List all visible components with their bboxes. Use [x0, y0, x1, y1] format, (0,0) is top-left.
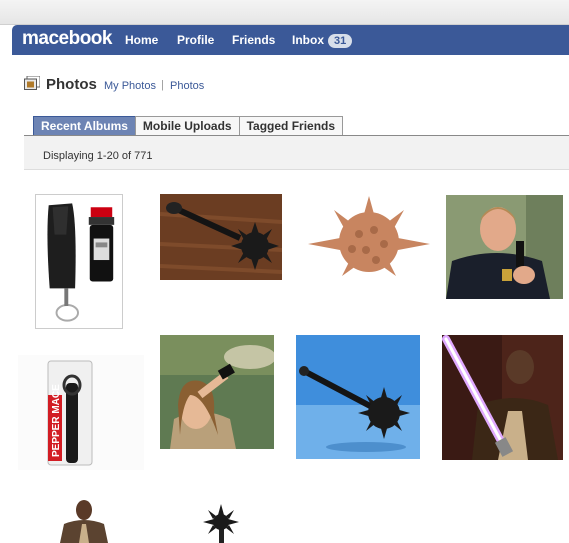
photo-image: [160, 335, 274, 449]
photo-jedi-with-purple-lightsaber[interactable]: [442, 335, 563, 460]
photo-woman-spraying-pepper-spray[interactable]: [160, 335, 274, 449]
photos-icon: [24, 76, 40, 90]
photo-image: [442, 335, 563, 460]
nav-home[interactable]: Home: [125, 33, 158, 47]
nav-inbox-label: Inbox: [292, 33, 324, 47]
photo-pepper-mace-package[interactable]: PEPPER MACE: [18, 355, 144, 470]
nav-profile[interactable]: Profile: [177, 33, 214, 47]
brand-logo[interactable]: macebook: [22, 28, 112, 50]
tab-tagged-friends[interactable]: Tagged Friends: [238, 116, 344, 135]
top-navigation-bar: macebook Home Profile Friends Inbox 31: [12, 25, 569, 55]
photo-image: [52, 496, 116, 543]
photo-officer-with-pepper-spray[interactable]: [446, 195, 563, 299]
breadcrumb-separator: |: [161, 79, 164, 91]
photo-image: [160, 194, 282, 280]
svg-text:PEPPER MACE: PEPPER MACE: [51, 384, 62, 457]
display-count: Displaying 1-20 of 771: [43, 150, 153, 162]
album-tabs: Recent Albums Mobile Uploads Tagged Frie…: [33, 116, 344, 135]
photo-image: [198, 502, 244, 543]
photo-pepper-spray-holster[interactable]: [35, 194, 123, 329]
browser-chrome: [0, 0, 569, 25]
tab-mobile-uploads[interactable]: Mobile Uploads: [134, 116, 240, 135]
nav-friends[interactable]: Friends: [232, 33, 275, 47]
photo-spiked-mace-on-wood[interactable]: [160, 194, 282, 280]
photo-ceramic-spiked-ball[interactable]: [304, 194, 434, 282]
inbox-count-badge: 31: [328, 34, 353, 48]
page-title: Photos: [46, 76, 97, 93]
nav-inbox[interactable]: Inbox 31: [292, 33, 353, 48]
photo-image: PEPPER MACE: [18, 355, 144, 470]
photo-jedi-figure[interactable]: [52, 496, 116, 543]
photo-image: [446, 195, 563, 299]
photo-image: [36, 195, 122, 328]
tab-recent-albums[interactable]: Recent Albums: [33, 116, 136, 135]
breadcrumb-my-photos[interactable]: My Photos: [104, 80, 156, 92]
breadcrumb-photos[interactable]: Photos: [170, 80, 204, 92]
photo-image: [304, 194, 434, 282]
photo-mace-on-blue-background[interactable]: [296, 335, 420, 459]
photo-image: [296, 335, 420, 459]
photo-spiked-mace-head[interactable]: [198, 502, 244, 543]
